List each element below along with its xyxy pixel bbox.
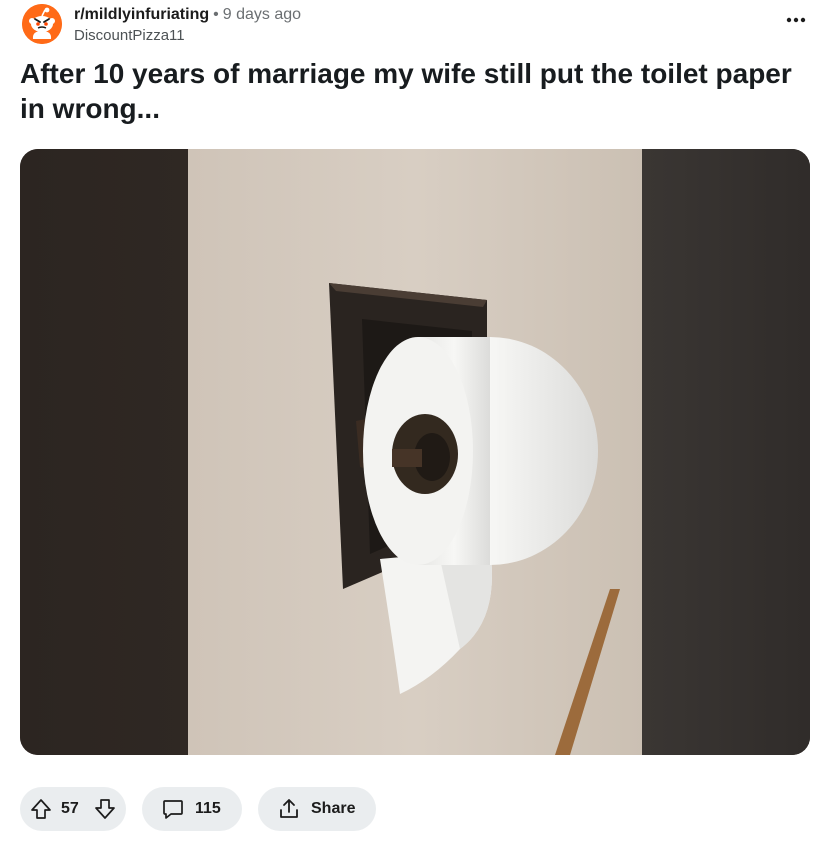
subreddit-link[interactable]: r/mildlyinfuriating bbox=[74, 6, 209, 23]
reddit-snoo-icon bbox=[22, 4, 62, 44]
share-label: Share bbox=[311, 800, 356, 817]
share-button[interactable]: Share bbox=[258, 787, 376, 831]
share-icon bbox=[280, 799, 298, 818]
post-image[interactable] bbox=[20, 149, 810, 755]
post-title[interactable]: After 10 years of marriage my wife still… bbox=[20, 56, 800, 126]
comments-button[interactable]: 115 bbox=[142, 787, 242, 831]
comment-bubble-icon bbox=[163, 800, 183, 819]
share-icon-wrap bbox=[278, 798, 300, 820]
subreddit-avatar[interactable] bbox=[22, 4, 62, 44]
comment-icon-wrap bbox=[162, 798, 184, 820]
upvote-button[interactable] bbox=[30, 798, 52, 820]
meta-separator: • bbox=[213, 6, 219, 23]
upvote-arrow-icon bbox=[31, 799, 51, 819]
post-meta: r/mildlyinfuriating • 9 days ago DiscountP… bbox=[74, 4, 301, 46]
author-link[interactable]: DiscountPizza11 bbox=[74, 26, 301, 46]
downvote-button[interactable] bbox=[94, 798, 116, 820]
post-meta-line: r/mildlyinfuriating • 9 days ago bbox=[74, 4, 301, 26]
more-options-icon bbox=[786, 17, 806, 23]
comments-count: 115 bbox=[195, 800, 221, 817]
post-age: 9 days ago bbox=[222, 6, 302, 23]
post-header: r/mildlyinfuriating • 9 days ago DiscountP… bbox=[20, 4, 810, 48]
vote-pill: 57 bbox=[20, 787, 126, 831]
toilet-paper-roll-photo bbox=[20, 149, 810, 755]
more-options-button[interactable] bbox=[784, 10, 808, 30]
downvote-arrow-icon bbox=[95, 799, 115, 819]
vote-score: 57 bbox=[61, 800, 79, 817]
